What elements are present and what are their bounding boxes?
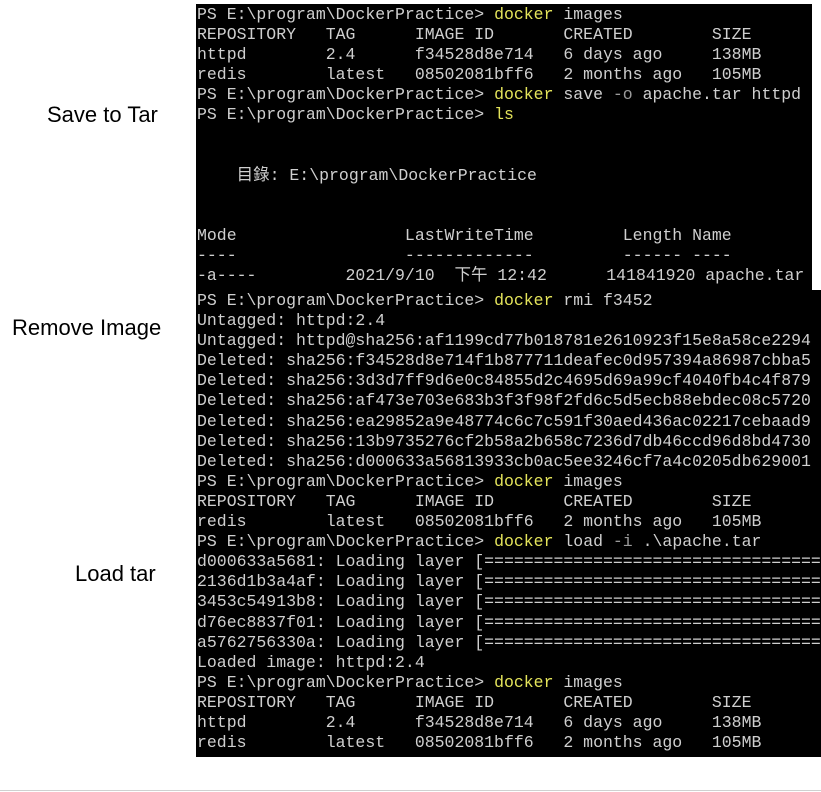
terminal-text: Deleted: sha256:f34528d8e714f1b877711dea… xyxy=(197,351,811,371)
terminal-text: redis latest 08502081bff6 2 months ago 1… xyxy=(197,65,762,85)
terminal-text: Untagged: httpd:2.4 xyxy=(197,311,386,331)
terminal-text: images xyxy=(553,5,623,24)
terminal-text: docker xyxy=(494,291,554,310)
label-save-to-tar: Save to Tar xyxy=(47,102,158,127)
terminal-text: Loaded image: httpd:2.4 xyxy=(197,652,425,672)
terminal-text: Deleted: sha256:13b9735276cf2b58a2b658c7… xyxy=(197,431,811,451)
terminal-text: httpd 2.4 f34528d8e714 6 days ago 138MB xyxy=(197,45,762,65)
terminal-text: a5762756330a: Loading layer [===========… xyxy=(197,632,821,652)
label-remove-image: Remove Image xyxy=(12,315,162,340)
terminal-text: save xyxy=(553,85,613,105)
terminal-window-save[interactable]: PS E:\program\DockerPractice> docker ima… xyxy=(196,4,812,291)
terminal-text: 2136d1b3a4af: Loading layer [===========… xyxy=(197,572,821,592)
terminal-line: Untagged: httpd:2.4 xyxy=(196,311,821,331)
terminal-line: -a---- 2021/9/10 下午 12:42 141841920 apac… xyxy=(196,266,812,286)
terminal-line: redis latest 08502081bff6 2 months ago 1… xyxy=(196,512,821,532)
terminal-text: PS E:\program\DockerPractice> xyxy=(197,672,495,692)
terminal-text: 目錄: E:\program\DockerPractice xyxy=(197,165,537,185)
terminal-line: Loaded image: httpd:2.4 xyxy=(196,653,821,673)
terminal-line: Deleted: sha256:13b9735276cf2b58a2b658c7… xyxy=(196,432,821,452)
terminal-line: Deleted: sha256:f34528d8e714f1b877711dea… xyxy=(196,351,821,371)
terminal-line: 2136d1b3a4af: Loading layer [===========… xyxy=(196,572,821,592)
terminal-line: redis latest 08502081bff6 2 months ago 1… xyxy=(196,733,821,753)
terminal-text: images xyxy=(553,672,623,692)
terminal-line: ---- ------------- ------ ---- xyxy=(196,246,812,266)
terminal-text: docker xyxy=(494,672,554,692)
terminal-line: Untagged: httpd@sha256:af1199cd77b018781… xyxy=(196,331,821,351)
terminal-text: redis latest 08502081bff6 2 months ago 1… xyxy=(197,733,762,753)
terminal-line: 目錄: E:\program\DockerPractice xyxy=(196,166,812,186)
terminal-text: 3453c54913b8: Loading layer [===========… xyxy=(197,592,821,612)
terminal-line: REPOSITORY TAG IMAGE ID CREATED SIZE xyxy=(196,25,812,45)
label-load-tar: Load tar xyxy=(75,561,156,586)
terminal-text: PS E:\program\DockerPractice> xyxy=(197,5,495,24)
terminal-text: load xyxy=(553,532,613,552)
terminal-text: -i xyxy=(612,532,633,552)
terminal-text: rmi f3452 xyxy=(553,291,653,310)
terminal-window-remove-load[interactable]: PS E:\program\DockerPractice> docker rmi… xyxy=(196,290,821,757)
terminal-text: d76ec8837f01: Loading layer [===========… xyxy=(197,612,821,632)
terminal-text: apache.tar httpd xyxy=(632,85,802,105)
terminal-text: Untagged: httpd@sha256:af1199cd77b018781… xyxy=(197,331,811,351)
terminal-line: PS E:\program\DockerPractice> docker sav… xyxy=(196,85,812,105)
terminal-text: -o xyxy=(612,85,633,105)
terminal-text: PS E:\program\DockerPractice> xyxy=(197,105,495,125)
terminal-line: redis latest 08502081bff6 2 months ago 1… xyxy=(196,65,812,85)
terminal-text: images xyxy=(553,471,623,491)
terminal-text: redis latest 08502081bff6 2 months ago 1… xyxy=(197,512,762,532)
terminal-line: PS E:\program\DockerPractice> docker rmi… xyxy=(196,291,821,311)
terminal-text: docker xyxy=(494,471,554,491)
terminal-line: d000633a5681: Loading layer [===========… xyxy=(196,552,821,572)
divider xyxy=(0,790,821,791)
terminal-line: httpd 2.4 f34528d8e714 6 days ago 138MB xyxy=(196,45,812,65)
terminal-text: ---- ------------- ------ ---- xyxy=(197,246,732,266)
terminal-line: PS E:\program\DockerPractice> docker ima… xyxy=(196,5,812,25)
terminal-text: Mode LastWriteTime Length Name xyxy=(197,226,732,246)
terminal-text: Deleted: sha256:d000633a56813933cb0ac5ee… xyxy=(197,451,811,471)
terminal-text: docker xyxy=(494,532,554,552)
terminal-text: PS E:\program\DockerPractice> xyxy=(197,532,495,552)
terminal-text: .\apache.tar xyxy=(632,532,762,552)
terminal-text: httpd 2.4 f34528d8e714 6 days ago 138MB xyxy=(197,712,762,732)
terminal-line: 3453c54913b8: Loading layer [===========… xyxy=(196,592,821,612)
terminal-text: REPOSITORY TAG IMAGE ID CREATED SIZE xyxy=(197,25,752,45)
terminal-line: d76ec8837f01: Loading layer [===========… xyxy=(196,613,821,633)
terminal-text: PS E:\program\DockerPractice> xyxy=(197,291,495,310)
terminal-text: d000633a5681: Loading layer [===========… xyxy=(197,552,821,572)
terminal-text: REPOSITORY TAG IMAGE ID CREATED SIZE xyxy=(197,491,752,511)
terminal-line: httpd 2.4 f34528d8e714 6 days ago 138MB xyxy=(196,713,821,733)
terminal-text: PS E:\program\DockerPractice> xyxy=(197,85,495,105)
terminal-line: Deleted: sha256:af473e703e683b3f3f98f2fd… xyxy=(196,391,821,411)
terminal-line: PS E:\program\DockerPractice> docker ima… xyxy=(196,673,821,693)
terminal-line: PS E:\program\DockerPractice> docker ima… xyxy=(196,472,821,492)
terminal-text: REPOSITORY TAG IMAGE ID CREATED SIZE xyxy=(197,692,752,712)
terminal-line: Deleted: sha256:3d3d7ff9d6e0c84855d2c469… xyxy=(196,371,821,391)
terminal-text: -a---- 2021/9/10 下午 12:42 141841920 apac… xyxy=(197,266,805,286)
terminal-line: REPOSITORY TAG IMAGE ID CREATED SIZE xyxy=(196,492,821,512)
terminal-text: docker xyxy=(494,5,554,24)
terminal-text: Deleted: sha256:3d3d7ff9d6e0c84855d2c469… xyxy=(197,371,811,391)
terminal-line: Mode LastWriteTime Length Name xyxy=(196,226,812,246)
terminal-line: a5762756330a: Loading layer [===========… xyxy=(196,633,821,653)
terminal-text: docker xyxy=(494,85,554,105)
terminal-text: Deleted: sha256:af473e703e683b3f3f98f2fd… xyxy=(197,391,811,411)
terminal-line: Deleted: sha256:d000633a56813933cb0ac5ee… xyxy=(196,452,821,472)
terminal-line: REPOSITORY TAG IMAGE ID CREATED SIZE xyxy=(196,693,821,713)
terminal-line: PS E:\program\DockerPractice> ls xyxy=(196,105,812,125)
terminal-line: PS E:\program\DockerPractice> docker loa… xyxy=(196,532,821,552)
terminal-line: Deleted: sha256:ea29852a9e48774c6c7c591f… xyxy=(196,412,821,432)
terminal-text: PS E:\program\DockerPractice> xyxy=(197,471,495,491)
terminal-text: Deleted: sha256:ea29852a9e48774c6c7c591f… xyxy=(197,411,811,431)
terminal-text: ls xyxy=(494,105,514,125)
